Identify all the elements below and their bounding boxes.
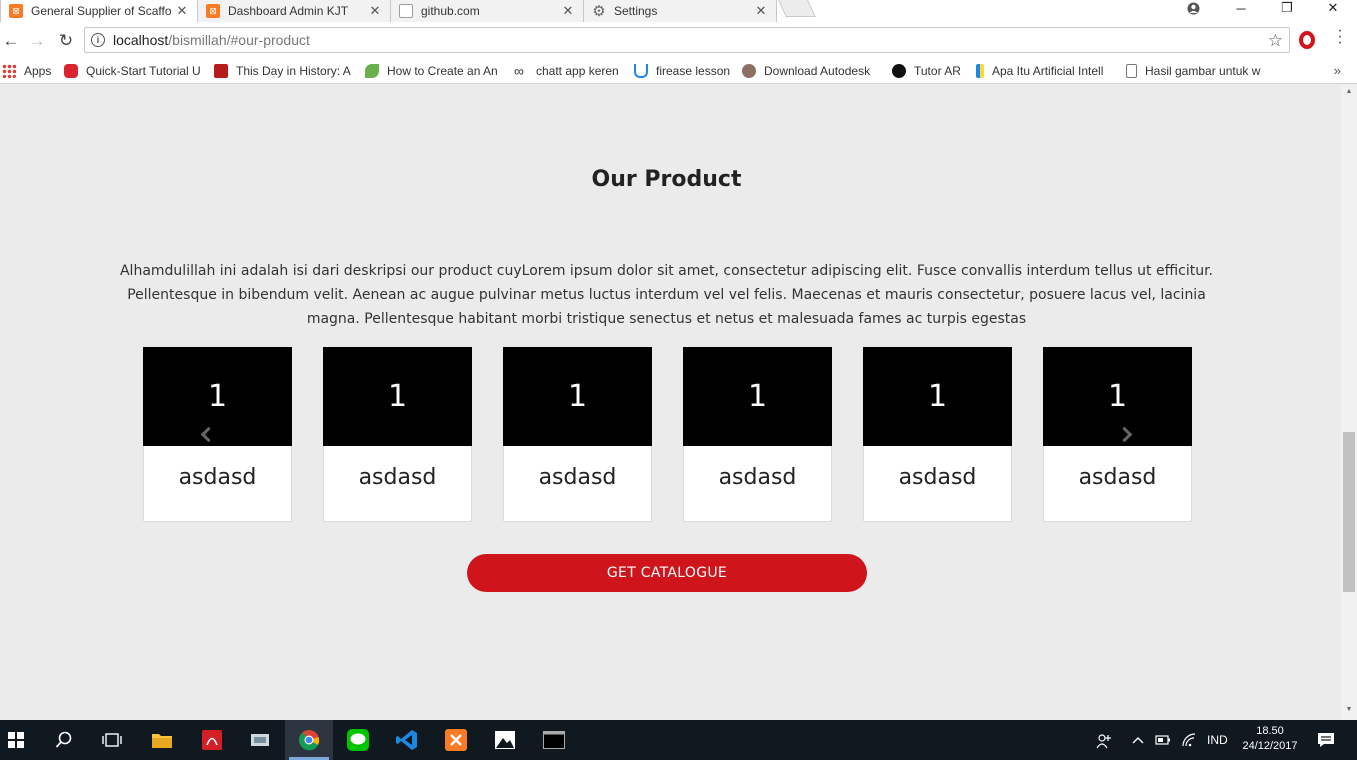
task-view-icon[interactable] — [100, 728, 124, 752]
chrome-menu-icon[interactable]: · · · — [1334, 23, 1346, 51]
search-icon[interactable] — [52, 728, 76, 752]
xampp-icon: ⊠ — [9, 4, 23, 18]
oracle-icon — [64, 64, 78, 78]
product-slide: 1 — [683, 347, 832, 446]
people-icon[interactable] — [1096, 733, 1112, 752]
product-card[interactable]: 1 asdasd — [143, 347, 292, 522]
restore-button[interactable]: ❐ — [1264, 0, 1310, 16]
input-language[interactable]: IND — [1207, 733, 1228, 747]
page-icon — [399, 4, 413, 18]
apps-grid-icon — [2, 64, 16, 78]
history-icon — [214, 64, 228, 78]
scroll-down-icon[interactable]: ▼ — [1341, 706, 1357, 718]
product-slide: 1 — [143, 347, 292, 446]
file-explorer-icon[interactable] — [150, 728, 174, 752]
reload-button[interactable]: ↻ — [55, 30, 77, 52]
action-center-icon[interactable] — [1317, 731, 1335, 752]
forward-button[interactable]: → — [26, 30, 48, 52]
product-name: asdasd — [358, 465, 437, 490]
show-hidden-icons-icon[interactable] — [1132, 733, 1144, 750]
xampp-icon: ⊠ — [206, 4, 220, 18]
scrollbar-thumb[interactable] — [1343, 432, 1355, 592]
close-tab-icon[interactable]: ✕ — [561, 3, 575, 19]
bookmark-hasil-gambar[interactable]: Hasil gambar untuk w — [1126, 62, 1264, 80]
close-tab-icon[interactable]: ✕ — [175, 3, 189, 19]
product-slide: 1 — [503, 347, 652, 446]
vscode-icon[interactable] — [395, 728, 419, 752]
bookmarks-bar: Apps Quick-Start Tutorial U This Day in … — [0, 58, 1357, 84]
bookmark-how-to-create[interactable]: How to Create an An — [365, 62, 503, 80]
browser-toolbar: ← → ↻ i localhost/bismillah/#our-product… — [0, 22, 1357, 58]
tab-strip: ⊠ General Supplier of Scaffo ✕ ⊠ Dashboa… — [0, 0, 1357, 22]
close-tab-icon[interactable]: ✕ — [368, 3, 382, 19]
minimize-button[interactable]: ─ — [1218, 0, 1264, 16]
scrollbar-track[interactable] — [1341, 85, 1357, 720]
product-name: asdasd — [178, 465, 257, 490]
windows-start-icon[interactable] — [4, 728, 28, 752]
info-icon[interactable]: i — [91, 33, 105, 47]
tab-github[interactable]: github.com ✕ — [390, 0, 584, 22]
acrobat-icon[interactable] — [200, 728, 224, 752]
product-card[interactable]: 1 asdasd — [683, 347, 832, 522]
line-messenger-icon[interactable] — [346, 728, 370, 752]
get-catalogue-button[interactable]: GET CATALOGUE — [467, 554, 867, 592]
carousel-next-icon[interactable] — [1115, 424, 1133, 444]
product-name: asdasd — [898, 465, 977, 490]
profile-icon[interactable] — [1170, 0, 1216, 16]
bookmark-firease[interactable]: firease lesson — [634, 62, 730, 80]
tab-dashboard-admin[interactable]: ⊠ Dashboard Admin KJT ✕ — [197, 0, 391, 22]
back-button[interactable]: ← — [0, 30, 22, 52]
battery-icon[interactable] — [1155, 733, 1171, 750]
close-window-button[interactable]: ✕ — [1310, 0, 1356, 16]
clock-time: 18.50 — [1256, 725, 1284, 737]
more-bookmarks-icon[interactable]: » — [1334, 63, 1341, 78]
chrome-icon[interactable] — [297, 728, 321, 752]
wifi-icon[interactable] — [1181, 733, 1197, 750]
autodesk-icon — [742, 64, 756, 78]
address-bar[interactable]: i localhost/bismillah/#our-product ☆ — [84, 27, 1290, 53]
clock-date: 24/12/2017 — [1242, 740, 1298, 752]
infinity-icon: ∞ — [514, 63, 524, 79]
product-card[interactable]: 1 asdasd — [323, 347, 472, 522]
section-description: Alhamdulillah ini adalah isi dari deskri… — [119, 263, 1214, 327]
bookmark-apps[interactable]: Apps — [2, 62, 51, 80]
bookmark-star-icon[interactable]: ☆ — [1268, 31, 1283, 51]
scroll-up-icon[interactable]: ▲ — [1341, 88, 1357, 100]
bookmark-artificial-intell[interactable]: Apa Itu Artificial Intell — [976, 62, 1114, 80]
leaf-icon — [365, 64, 379, 78]
new-tab-button[interactable] — [778, 0, 816, 17]
tab-general-supplier[interactable]: ⊠ General Supplier of Scaffo ✕ — [0, 0, 198, 22]
section-title: Our Product — [591, 167, 742, 192]
bookmark-tutor-ar[interactable]: Tutor AR — [892, 62, 961, 80]
bookmark-icon — [976, 64, 984, 78]
gear-icon: ⚙ — [592, 3, 606, 20]
bookmark-chatt-app[interactable]: ∞ chatt app keren — [514, 62, 619, 80]
product-slide: 1 — [863, 347, 1012, 446]
opera-extension-icon[interactable] — [1299, 31, 1315, 49]
udemy-icon — [634, 64, 648, 78]
product-card[interactable]: 1 asdasd — [503, 347, 652, 522]
carousel-prev-icon[interactable] — [199, 424, 217, 444]
bookmark-this-day[interactable]: This Day in History: A — [214, 62, 352, 80]
page-viewport: Our Product Alhamdulillah ini adalah isi… — [0, 85, 1341, 720]
product-card[interactable]: 1 asdasd — [863, 347, 1012, 522]
bookmark-autodesk[interactable]: Download Autodesk — [742, 62, 880, 80]
product-name: asdasd — [538, 465, 617, 490]
product-name: asdasd — [1078, 465, 1157, 490]
network-app-icon[interactable] — [248, 728, 272, 752]
tab-settings[interactable]: ⚙ Settings ✕ — [583, 0, 777, 22]
terminal-icon[interactable] — [542, 728, 566, 752]
page-icon — [1126, 64, 1137, 78]
photos-icon[interactable] — [493, 728, 517, 752]
taskbar-clock[interactable]: 18.50 24/12/2017 — [1238, 724, 1302, 754]
unity-icon — [892, 64, 906, 78]
close-tab-icon[interactable]: ✕ — [754, 3, 768, 19]
xampp-icon[interactable] — [444, 728, 468, 752]
product-name: asdasd — [718, 465, 797, 490]
product-slide: 1 — [323, 347, 472, 446]
bookmark-quick-start[interactable]: Quick-Start Tutorial U — [64, 62, 202, 80]
